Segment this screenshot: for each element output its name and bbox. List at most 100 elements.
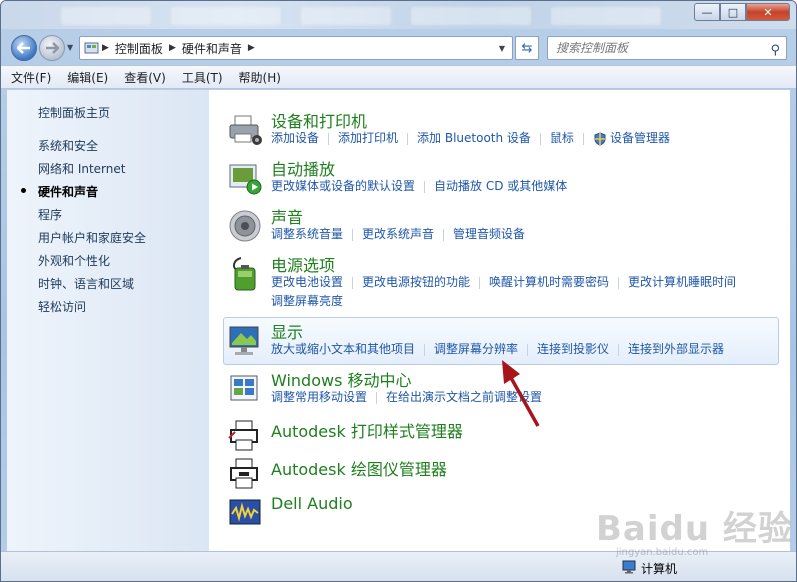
printer-icon <box>229 115 262 145</box>
minimize-button[interactable]: — <box>694 3 720 21</box>
divider <box>618 276 620 289</box>
category-title[interactable]: Dell Audio <box>271 494 353 513</box>
autodesk-plotter-icon <box>230 458 258 489</box>
menu-edit[interactable]: 编辑(E) <box>67 69 108 86</box>
link-adjust-resolution[interactable]: 调整屏幕分辨率 <box>434 340 518 357</box>
link-require-password-wake[interactable]: 唤醒计算机时需要密码 <box>489 273 609 290</box>
breadcrumb-separator-icon[interactable]: ▶ <box>167 43 178 53</box>
back-arrow-icon <box>17 42 30 54</box>
link-manage-audio-devices[interactable]: 管理音频设备 <box>453 225 525 242</box>
link-change-system-sounds[interactable]: 更改系统声音 <box>362 225 434 242</box>
background-blur <box>171 7 281 25</box>
divider <box>443 228 445 241</box>
divider <box>539 132 541 145</box>
link-change-media-defaults[interactable]: 更改媒体或设备的默认设置 <box>271 177 415 194</box>
breadcrumb-separator-icon[interactable]: ▶ <box>246 43 257 53</box>
divider <box>376 391 378 404</box>
search-placeholder: 搜索控制面板 <box>556 41 629 55</box>
link-mouse[interactable]: 鼠标 <box>550 129 574 146</box>
link-add-device[interactable]: 添加设备 <box>271 129 319 146</box>
link-connect-projector[interactable]: 连接到投影仪 <box>537 340 609 357</box>
sidebar-item-programs[interactable]: 程序 <box>38 206 62 223</box>
link-device-manager[interactable]: 设备管理器 <box>610 129 670 146</box>
breadcrumb-hardware-sound[interactable]: 硬件和声音 <box>178 40 246 57</box>
link-add-bluetooth-device[interactable]: 添加 Bluetooth 设备 <box>417 129 531 146</box>
status-computer-label: 计算机 <box>641 562 678 576</box>
breadcrumb-control-panel[interactable]: 控制面板 <box>111 40 167 57</box>
monitor-icon <box>229 326 259 355</box>
sidebar: 控制面板主页 系统和安全 网络和 Internet 硬件和声音 程序 用户帐户和… <box>7 90 209 551</box>
address-dropdown-icon[interactable]: ▼ <box>494 37 510 59</box>
maximize-button[interactable]: □ <box>720 3 746 21</box>
autodesk-print-icon <box>228 420 258 451</box>
close-button[interactable]: ✕ <box>746 3 790 21</box>
link-adjust-volume[interactable]: 调整系统音量 <box>271 225 343 242</box>
computer-icon <box>622 560 636 574</box>
watermark-url: jingyan.baidu.com <box>616 547 709 558</box>
menu-bar: 文件(F) 编辑(E) 查看(V) 工具(T) 帮助(H) <box>1 65 796 89</box>
sidebar-item-control-panel-home[interactable]: 控制面板主页 <box>38 104 110 121</box>
sidebar-item-ease-of-access[interactable]: 轻松访问 <box>38 298 86 315</box>
menu-view[interactable]: 查看(V) <box>124 69 166 86</box>
refresh-icon: ⇆ <box>521 40 533 56</box>
sidebar-item-appearance[interactable]: 外观和个性化 <box>38 252 110 269</box>
sidebar-item-hardware-sound[interactable]: 硬件和声音 <box>38 183 98 200</box>
link-change-sleep-time[interactable]: 更改计算机睡眠时间 <box>628 273 736 290</box>
recent-pages-dropdown-icon[interactable]: ▼ <box>67 43 73 52</box>
breadcrumb-separator-icon[interactable]: ▶ <box>100 43 111 53</box>
sidebar-item-user-accounts[interactable]: 用户帐户和家庭安全 <box>38 229 146 246</box>
sidebar-item-clock-language[interactable]: 时钟、语言和区域 <box>38 275 134 292</box>
annotation-arrow-icon <box>502 360 540 427</box>
divider <box>527 343 529 356</box>
sidebar-item-system-security[interactable]: 系统和安全 <box>38 137 98 154</box>
category-links: 调整系统音量 更改系统声音 管理音频设备 <box>271 225 525 242</box>
active-indicator-icon <box>21 188 26 193</box>
menu-help[interactable]: 帮助(H) <box>239 69 281 86</box>
link-adjust-brightness[interactable]: 调整屏幕亮度 <box>271 294 343 308</box>
divider <box>424 180 426 193</box>
content-area: 控制面板主页 系统和安全 网络和 Internet 硬件和声音 程序 用户帐户和… <box>7 90 790 551</box>
menu-file[interactable]: 文件(F) <box>11 69 51 86</box>
link-adjust-mobility-settings[interactable]: 调整常用移动设置 <box>271 388 367 405</box>
speaker-icon <box>229 210 261 242</box>
divider <box>582 132 584 145</box>
divider <box>352 228 354 241</box>
divider <box>407 132 409 145</box>
window-controls: — □ ✕ <box>694 3 790 21</box>
search-icon[interactable]: ⚲ <box>770 40 780 62</box>
mobility-center-icon <box>230 375 258 401</box>
link-add-printer[interactable]: 添加打印机 <box>338 129 398 146</box>
category-title[interactable]: Autodesk 绘图仪管理器 <box>271 456 447 480</box>
autoplay-icon <box>229 164 262 195</box>
search-input[interactable]: 搜索控制面板 ⚲ <box>547 36 787 60</box>
divider <box>618 343 620 356</box>
link-change-battery-settings[interactable]: 更改电池设置 <box>271 273 343 290</box>
main-pane: 设备和打印机 添加设备 添加打印机 添加 Bluetooth 设备 鼠标 设备管理器 自… <box>209 90 790 551</box>
divider <box>424 343 426 356</box>
battery-icon <box>232 257 256 291</box>
window: — □ ✕ ▼ ▶ 控制面板 ▶ 硬件和声音 ▶ ▼ ⇆ 搜索控制面板 ⚲ 文件… <box>0 0 797 582</box>
link-power-button-function[interactable]: 更改电源按钮的功能 <box>362 273 470 290</box>
shield-icon <box>594 131 606 146</box>
back-button[interactable] <box>11 35 37 61</box>
category-links-row2: 调整屏幕亮度 <box>271 292 343 309</box>
link-autoplay-cd[interactable]: 自动播放 CD 或其他媒体 <box>434 177 567 194</box>
address-bar[interactable]: ▶ 控制面板 ▶ 硬件和声音 ▶ ▼ <box>79 36 513 60</box>
category-links: 添加设备 添加打印机 添加 Bluetooth 设备 鼠标 设备管理器 <box>271 129 670 146</box>
category-title[interactable]: Autodesk 打印样式管理器 <box>271 418 463 442</box>
menu-tools[interactable]: 工具(T) <box>182 69 223 86</box>
refresh-button[interactable]: ⇆ <box>515 36 539 60</box>
sidebar-item-network-internet[interactable]: 网络和 Internet <box>38 160 125 177</box>
background-blur <box>301 7 391 25</box>
divider <box>328 132 330 145</box>
divider <box>352 276 354 289</box>
link-connect-external-display[interactable]: 连接到外部显示器 <box>628 340 724 357</box>
forward-button[interactable] <box>39 35 65 61</box>
title-bar: — □ ✕ <box>1 1 796 29</box>
background-blur <box>551 7 661 25</box>
background-blur <box>411 7 531 25</box>
link-zoom-text[interactable]: 放大或缩小文本和其他项目 <box>271 340 415 357</box>
watermark-brand: Baidu 经验 <box>596 509 793 549</box>
background-blur <box>61 7 151 25</box>
forward-arrow-icon <box>46 42 59 54</box>
